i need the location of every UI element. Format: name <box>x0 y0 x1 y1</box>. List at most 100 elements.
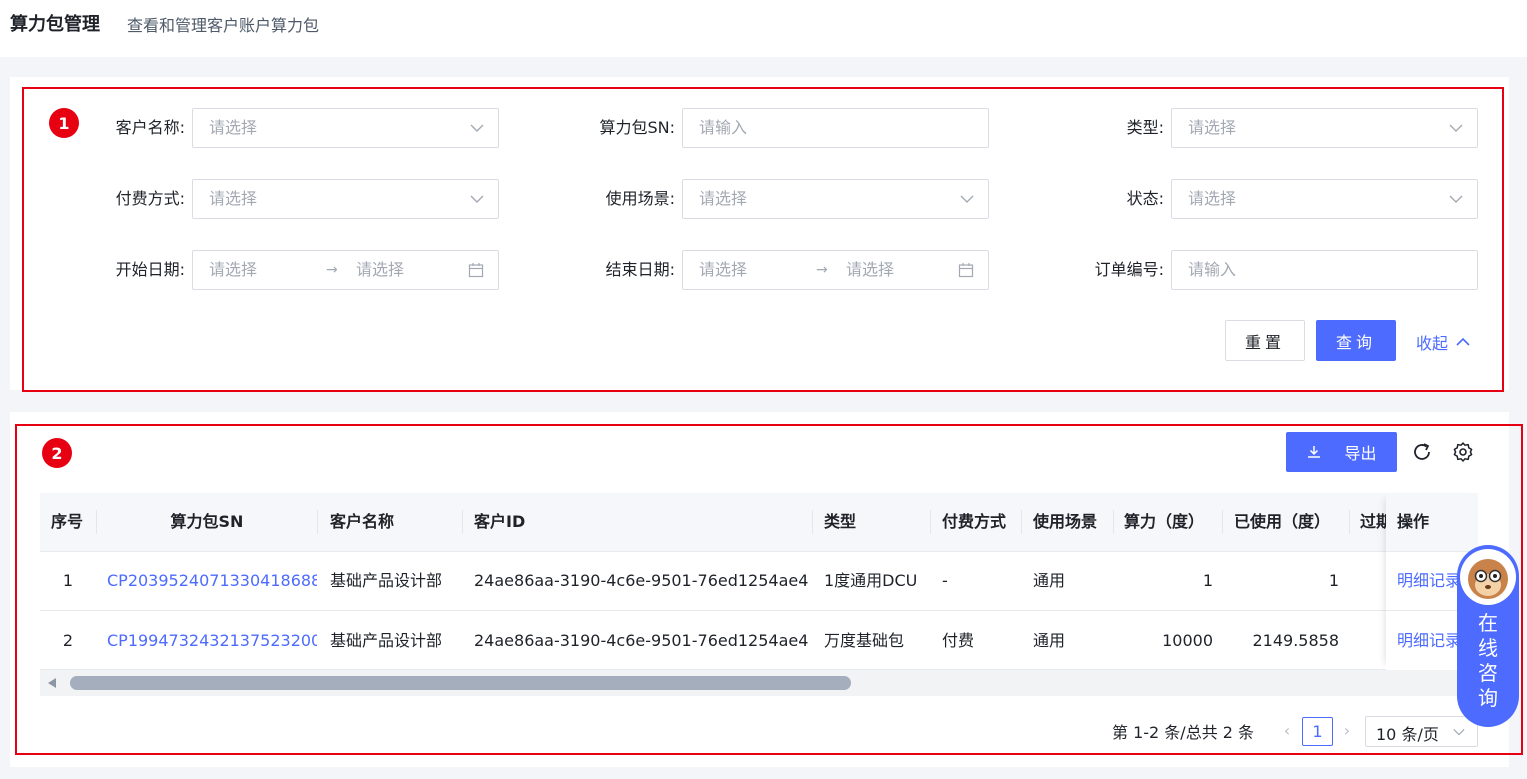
row-1-sn-link[interactable]: CP2039524071330418688 <box>107 551 317 610</box>
row-2-sn-link[interactable]: CP1994732432137523200 <box>107 611 317 670</box>
scrollbar-thumb[interactable] <box>70 676 851 690</box>
column-divider <box>1113 510 1114 534</box>
start-date-label: 开始日期: <box>115 260 185 279</box>
column-divider <box>1349 510 1350 534</box>
package-sn-input[interactable]: 请输入 <box>682 108 989 148</box>
query-button[interactable]: 查询 <box>1316 320 1396 361</box>
download-icon <box>1308 446 1321 458</box>
collapse-label: 收起 <box>1416 334 1449 353</box>
consult-char: 咨 <box>1478 661 1498 685</box>
collapse-link[interactable]: 收起 <box>1416 330 1470 354</box>
online-consult-widget[interactable]: 在 线 咨 询 <box>1457 545 1519 727</box>
page-subtitle: 查看和管理客户账户算力包 <box>127 16 320 35</box>
type-select[interactable]: 请选择 <box>1171 108 1478 148</box>
column-header-expired: 过期 <box>1360 512 1386 531</box>
column-header-type: 类型 <box>824 512 857 531</box>
usage-scene-select[interactable]: 请选择 <box>682 179 989 219</box>
calendar-icon <box>958 263 974 278</box>
range-arrow-icon: → <box>816 262 828 278</box>
chevron-down-icon <box>1449 124 1463 132</box>
column-divider <box>812 510 813 534</box>
page-size-select[interactable]: 10 条/页 <box>1365 716 1478 747</box>
package-sn-placeholder: 请输入 <box>699 118 748 137</box>
order-no-input[interactable]: 请输入 <box>1171 250 1478 290</box>
end-date-to-placeholder[interactable]: 请选择 <box>846 251 894 289</box>
row-2-payment: 付费 <box>942 631 975 650</box>
row-1-type: 1度通用DCU <box>824 571 918 590</box>
row-1-detail-link[interactable]: 明细记录 <box>1397 551 1461 610</box>
pagination-page-1[interactable]: 1 <box>1302 717 1333 746</box>
start-date-to-placeholder[interactable]: 请选择 <box>356 251 404 289</box>
column-header-sn: 算力包SN <box>170 512 244 531</box>
order-no-label: 订单编号: <box>1094 260 1164 279</box>
row-2-scene: 通用 <box>1033 631 1066 650</box>
column-header-used: 已使用（度） <box>1234 512 1331 531</box>
pagination-next-icon[interactable]: › <box>1340 721 1354 741</box>
reset-button[interactable]: 重置 <box>1225 320 1305 361</box>
row-1-customer-id: 24ae86aa-3190-4c6e-9501-76ed1254ae4c <box>474 571 808 590</box>
column-header-customer-name: 客户名称 <box>330 512 395 531</box>
range-arrow-icon: → <box>326 262 338 278</box>
row-1-power: 1 <box>1202 571 1213 590</box>
row-1-customer-name: 基础产品设计部 <box>330 571 443 590</box>
column-header-customer-id: 客户ID <box>474 512 526 531</box>
row-2-index: 2 <box>62 631 74 650</box>
settings-gear-icon[interactable] <box>1452 441 1474 463</box>
row-2-power: 10000 <box>1162 631 1213 650</box>
row-2-used: 2149.5858 <box>1252 631 1339 650</box>
scroll-left-arrow-icon[interactable] <box>48 678 56 688</box>
column-divider <box>317 510 318 534</box>
chevron-down-icon <box>1449 195 1463 203</box>
end-date-range-picker[interactable]: 请选择 → 请选择 <box>682 250 989 290</box>
pagination-total: 第 1-2 条/总共 2 条 <box>1112 723 1255 742</box>
end-date-from-placeholder[interactable]: 请选择 <box>699 251 747 289</box>
payment-method-select[interactable]: 请选择 <box>192 179 499 219</box>
payment-method-placeholder: 请选择 <box>209 189 258 208</box>
chevron-up-icon <box>1456 337 1470 346</box>
mascot-icon <box>1468 559 1508 599</box>
row-2-detail-link[interactable]: 明细记录 <box>1397 611 1461 670</box>
end-date-label: 结束日期: <box>605 260 675 279</box>
payment-method-label: 付费方式: <box>115 189 185 208</box>
online-consult-label: 在 线 咨 询 <box>1457 611 1519 711</box>
status-placeholder: 请选择 <box>1188 189 1237 208</box>
customer-name-label: 客户名称: <box>115 118 185 137</box>
start-date-from-placeholder[interactable]: 请选择 <box>209 251 257 289</box>
column-header-index: 序号 <box>51 512 84 531</box>
customer-name-placeholder: 请选择 <box>209 118 258 137</box>
pagination-prev-icon[interactable]: ‹ <box>1280 721 1294 741</box>
annotation-badge-2: 2 <box>42 438 72 468</box>
row-2-customer-name: 基础产品设计部 <box>330 631 443 650</box>
row-1-scene: 通用 <box>1033 571 1066 590</box>
page-header: 算力包管理 查看和管理客户账户算力包 <box>0 0 1527 57</box>
row-1-used: 1 <box>1328 571 1339 590</box>
order-no-placeholder: 请输入 <box>1188 260 1237 279</box>
row-1-index: 1 <box>62 571 74 590</box>
status-select[interactable]: 请选择 <box>1171 179 1478 219</box>
consult-char: 在 <box>1478 611 1498 635</box>
export-label: 导出 <box>1344 444 1377 463</box>
column-header-scene: 使用场景 <box>1033 512 1098 531</box>
column-header-payment: 付费方式 <box>942 512 1007 531</box>
chevron-down-icon <box>960 195 974 203</box>
chevron-down-icon <box>470 124 484 132</box>
usage-scene-label: 使用场景: <box>605 189 675 208</box>
chevron-down-icon <box>1453 729 1465 736</box>
column-divider <box>1222 510 1223 534</box>
consult-char: 询 <box>1478 686 1498 710</box>
row-2-type: 万度基础包 <box>824 631 905 650</box>
start-date-range-picker[interactable]: 请选择 → 请选择 <box>192 250 499 290</box>
row-2-customer-id: 24ae86aa-3190-4c6e-9501-76ed1254ae4c <box>474 631 808 650</box>
page-size-value: 10 条/页 <box>1376 725 1439 744</box>
type-label: 类型: <box>1126 118 1164 137</box>
column-divider <box>462 510 463 534</box>
column-divider <box>1021 510 1022 534</box>
package-sn-label: 算力包SN: <box>599 118 675 137</box>
row-1-payment: - <box>942 571 948 590</box>
type-placeholder: 请选择 <box>1188 118 1237 137</box>
status-label: 状态: <box>1126 189 1164 208</box>
refresh-icon[interactable] <box>1411 441 1433 463</box>
export-button[interactable]: 导出 <box>1286 432 1397 472</box>
customer-name-select[interactable]: 请选择 <box>192 108 499 148</box>
column-divider <box>930 510 931 534</box>
